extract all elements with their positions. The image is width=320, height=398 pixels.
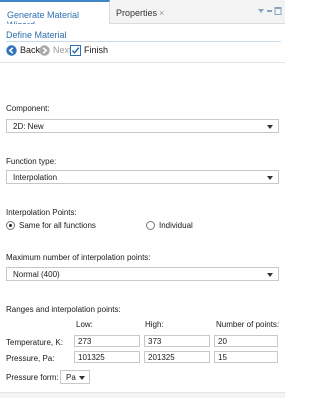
function-type-select-value: Interpolation xyxy=(13,173,58,182)
radio-same-for-all-functions[interactable]: Same for all functions xyxy=(6,221,96,230)
function-type-label: Function type: xyxy=(6,157,57,166)
pressure-form-label: Pressure form: xyxy=(6,373,59,382)
temperature-row-label: Temperature, K: xyxy=(6,338,63,347)
tab-bar: Generate Material Wizard Properties × xyxy=(0,0,285,30)
component-select[interactable]: 2D: New xyxy=(6,119,279,133)
temperature-high-input[interactable]: 373 xyxy=(144,335,210,347)
temperature-low-value: 273 xyxy=(78,337,92,346)
pressure-points-input[interactable]: 15 xyxy=(214,351,278,363)
back-arrow-icon xyxy=(6,44,17,56)
pressure-high-value: 201325 xyxy=(148,353,175,362)
minimize-icon[interactable] xyxy=(258,9,264,13)
maximize-icon[interactable] xyxy=(274,7,282,15)
max-points-select-value: Normal (400) xyxy=(13,270,60,279)
radio-individual[interactable]: Individual xyxy=(146,221,193,230)
max-points-select[interactable]: Normal (400) xyxy=(6,267,279,281)
temperature-low-input[interactable]: 273 xyxy=(74,335,140,347)
radio-same-label: Same for all functions xyxy=(19,221,96,230)
toolbar-divider xyxy=(0,62,285,63)
pressure-row-label: Pressure, Pa: xyxy=(6,354,55,363)
bottom-scroll-edge xyxy=(0,392,285,398)
component-select-value: 2D: New xyxy=(13,122,44,131)
tab-properties-label[interactable]: Properties xyxy=(116,8,157,18)
next-arrow-icon xyxy=(39,44,50,56)
column-points-header: Number of points: xyxy=(216,320,280,329)
chevron-down-icon xyxy=(267,273,273,277)
radio-individual-label: Individual xyxy=(159,221,193,230)
pressure-low-input[interactable]: 101325 xyxy=(74,351,140,363)
component-label: Component: xyxy=(6,104,50,113)
pressure-high-input[interactable]: 201325 xyxy=(144,351,210,363)
chevron-down-icon xyxy=(267,176,273,180)
next-button[interactable]: Next xyxy=(39,43,72,57)
wizard-page-title: Define Material xyxy=(6,30,67,40)
temperature-points-input[interactable]: 20 xyxy=(214,335,278,347)
max-points-label: Maximum number of interpolation points: xyxy=(6,253,151,262)
pressure-form-select-value: Pa xyxy=(66,373,76,382)
ranges-label: Ranges and interpolation points: xyxy=(6,305,121,314)
pressure-form-select[interactable]: Pa xyxy=(60,370,90,384)
next-label: Next xyxy=(53,45,72,55)
radio-unselected-icon xyxy=(146,221,155,230)
pressure-points-value: 15 xyxy=(218,353,227,362)
function-type-select[interactable]: Interpolation xyxy=(6,170,279,184)
back-label: Back xyxy=(20,45,41,55)
pressure-low-value: 101325 xyxy=(78,353,105,362)
minimize-bar-icon[interactable] xyxy=(267,10,272,12)
window-controls xyxy=(256,6,282,16)
temperature-high-value: 373 xyxy=(148,337,162,346)
temperature-points-value: 20 xyxy=(218,337,227,346)
finish-check-icon xyxy=(70,44,81,56)
column-low-header: Low: xyxy=(76,320,93,329)
finish-button[interactable]: Finish xyxy=(70,43,108,57)
chevron-down-icon xyxy=(267,125,273,129)
finish-label: Finish xyxy=(84,45,109,55)
interpolation-points-label: Interpolation Points: xyxy=(6,208,77,217)
tab-properties-close-icon[interactable]: × xyxy=(159,8,164,18)
radio-selected-icon xyxy=(6,221,15,230)
tab-generate-material-wizard[interactable]: Generate Material Wizard xyxy=(0,0,110,30)
back-button[interactable]: Back xyxy=(6,43,40,57)
title-divider xyxy=(6,41,281,42)
chevron-down-icon xyxy=(79,376,85,380)
column-high-header: High: xyxy=(145,320,164,329)
